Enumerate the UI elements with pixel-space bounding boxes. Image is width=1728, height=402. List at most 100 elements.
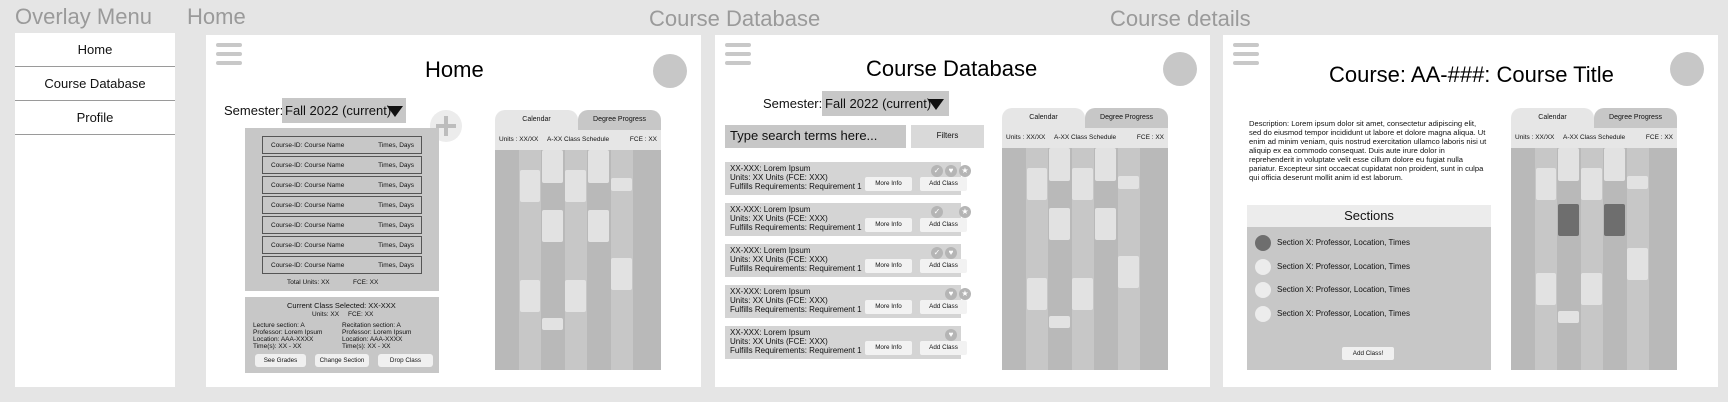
add-class-button[interactable]: Add Class! <box>1342 347 1394 360</box>
semester-dropdown[interactable]: Fall 2022 (current) <box>282 98 406 123</box>
calendar-event[interactable] <box>1627 248 1648 280</box>
course-code: XX-XXX: Lorem Ipsum <box>730 164 811 173</box>
calendar-event[interactable] <box>542 210 563 242</box>
more-info-button[interactable]: More Info <box>865 341 912 355</box>
calendar-event[interactable] <box>1604 148 1625 181</box>
menu-item-profile[interactable]: Profile <box>15 101 175 135</box>
search-input[interactable]: Type search terms here... <box>725 125 906 148</box>
calendar-event[interactable] <box>1536 273 1556 305</box>
add-class-button[interactable]: Add Class <box>920 341 967 355</box>
calendar-event[interactable] <box>520 170 540 202</box>
calendar-event[interactable] <box>1072 168 1093 200</box>
calendar-event[interactable] <box>1118 176 1139 189</box>
course-card[interactable]: XX-XXX: Lorem Ipsum Units: XX Units (FCE… <box>725 326 967 359</box>
table-row[interactable]: Course-ID: Course Name Times, Days <box>262 196 422 214</box>
star-icon[interactable]: ★ <box>959 288 971 300</box>
table-row[interactable]: Course-ID: Course Name Times, Days <box>262 236 422 254</box>
calendar-event-highlighted[interactable] <box>1604 204 1625 236</box>
recitation-times: Time(s): XX - XX <box>342 343 391 350</box>
heart-icon[interactable]: ♥ <box>945 288 957 300</box>
star-icon[interactable]: ★ <box>959 206 971 218</box>
course-requirements: Fulfills Requirements: Requirement 1 <box>730 264 862 273</box>
calendar-fce: FCE : XX <box>629 136 657 143</box>
calendar-event[interactable] <box>1095 148 1116 181</box>
calendar-event-highlighted[interactable] <box>1558 204 1579 236</box>
check-icon[interactable]: ✓ <box>931 165 943 177</box>
calendar-event[interactable] <box>1558 311 1579 323</box>
calendar-event[interactable] <box>1072 278 1093 310</box>
calendar-event[interactable] <box>565 280 586 312</box>
calendar-schedule-label: A-XX Class Schedule <box>547 136 610 143</box>
menu-item-course-database[interactable]: Course Database <box>15 67 175 101</box>
calendar-event[interactable] <box>1581 168 1602 200</box>
add-class-button[interactable]: Add Class <box>920 300 967 314</box>
calendar-event[interactable] <box>611 178 632 191</box>
semester-dropdown[interactable]: Fall 2022 (current) <box>822 91 949 116</box>
tab-calendar[interactable]: Calendar <box>1002 108 1085 128</box>
course-card[interactable]: XX-XXX: Lorem Ipsum Units: XX Units (FCE… <box>725 244 967 277</box>
calendar-event[interactable] <box>1049 316 1070 328</box>
table-row[interactable]: Course-ID: Course Name Times, Days <box>262 176 422 194</box>
hamburger-menu-icon[interactable] <box>725 43 751 69</box>
table-row[interactable]: Course-ID: Course Name Times, Days <box>262 256 422 274</box>
star-icon[interactable]: ★ <box>959 165 971 177</box>
more-info-button[interactable]: More Info <box>865 259 912 273</box>
calendar-event[interactable] <box>1095 208 1116 240</box>
see-grades-button[interactable]: See Grades <box>255 354 306 367</box>
radio-unselected[interactable] <box>1255 306 1271 322</box>
change-section-button[interactable]: Change Section <box>315 354 369 367</box>
calendar-event[interactable] <box>1558 148 1579 181</box>
table-row[interactable]: Course-ID: Course Name Times, Days <box>262 216 422 234</box>
course-card[interactable]: XX-XXX: Lorem Ipsum Units: XX Units (FCE… <box>725 285 971 318</box>
tab-degree-progress[interactable]: Degree Progress <box>1594 108 1677 128</box>
profile-avatar[interactable] <box>1163 52 1197 86</box>
calendar-event[interactable] <box>1049 148 1070 181</box>
hamburger-menu-icon[interactable] <box>1233 43 1259 69</box>
add-class-button[interactable]: Add Class <box>920 177 967 191</box>
calendar-event[interactable] <box>520 280 540 312</box>
semester-value: Fall 2022 (current) <box>285 103 392 118</box>
calendar-event[interactable] <box>588 150 609 183</box>
profile-avatar[interactable] <box>653 54 687 88</box>
table-row[interactable]: Course-ID: Course Name Times, Days <box>262 136 422 154</box>
table-row[interactable]: Course-ID: Course Name Times, Days <box>262 156 422 174</box>
tab-degree-progress[interactable]: Degree Progress <box>1085 108 1168 128</box>
drop-class-button[interactable]: Drop Class <box>378 354 433 367</box>
hamburger-menu-icon[interactable] <box>216 43 242 69</box>
calendar-event[interactable] <box>542 150 563 183</box>
add-class-button[interactable]: Add Class <box>920 259 967 273</box>
calendar-event[interactable] <box>611 258 632 290</box>
calendar-event[interactable] <box>1027 278 1047 310</box>
heart-icon[interactable]: ♥ <box>945 329 957 341</box>
course-card[interactable]: XX-XXX: Lorem Ipsum Units: XX Units (FCE… <box>725 203 971 236</box>
calendar-event[interactable] <box>1581 273 1602 305</box>
tab-calendar[interactable]: Calendar <box>1511 108 1594 128</box>
calendar-event[interactable] <box>1118 256 1139 288</box>
lecture-times: Time(s): XX - XX <box>253 343 302 350</box>
radio-unselected[interactable] <box>1255 259 1271 275</box>
add-class-button[interactable]: Add Class <box>920 218 967 232</box>
tab-degree-progress[interactable]: Degree Progress <box>578 110 661 130</box>
more-info-button[interactable]: More Info <box>865 300 912 314</box>
calendar-event[interactable] <box>1536 168 1556 200</box>
profile-avatar[interactable] <box>1670 52 1704 86</box>
radio-selected[interactable] <box>1255 235 1271 251</box>
heart-icon[interactable]: ♥ <box>945 247 957 259</box>
calendar-event[interactable] <box>1627 176 1648 189</box>
more-info-button[interactable]: More Info <box>865 177 912 191</box>
heart-icon[interactable]: ♥ <box>945 165 957 177</box>
calendar-event[interactable] <box>565 170 586 202</box>
calendar-event[interactable] <box>1027 168 1047 200</box>
calendar-event[interactable] <box>542 318 563 330</box>
filters-button[interactable]: Filters <box>911 125 984 148</box>
frame-title-overlay: Overlay Menu <box>15 4 152 29</box>
radio-unselected[interactable] <box>1255 282 1271 298</box>
calendar-event[interactable] <box>1049 208 1070 240</box>
more-info-button[interactable]: More Info <box>865 218 912 232</box>
menu-item-home[interactable]: Home <box>15 33 175 67</box>
check-icon[interactable]: ✓ <box>931 206 943 218</box>
check-icon[interactable]: ✓ <box>931 247 943 259</box>
course-card[interactable]: XX-XXX: Lorem Ipsum Units: XX Units (FCE… <box>725 162 971 195</box>
tab-calendar[interactable]: Calendar <box>495 110 578 130</box>
calendar-event[interactable] <box>588 210 609 242</box>
